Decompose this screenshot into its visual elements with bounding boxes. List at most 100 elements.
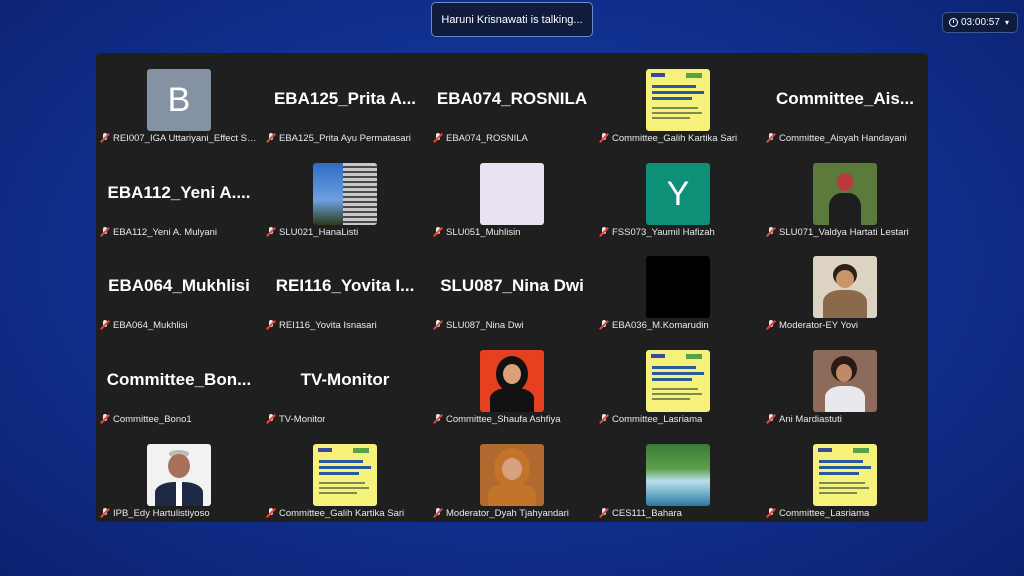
- participant-name-bar: SLU071_Valdya Hartati Lestari: [766, 225, 924, 239]
- muted-mic-icon: [100, 227, 110, 237]
- muted-mic-icon: [766, 227, 776, 237]
- participant-name: EBA036_M.Komarudin: [612, 319, 709, 331]
- participant-tile[interactable]: B REI007_IGA Uttariyani_Effect So...: [96, 53, 262, 146]
- participant-name-placeholder: Committee_Ais...: [776, 89, 914, 108]
- participant-tile[interactable]: REI116_Yovita I... REI116_Yovita Isnasar…: [262, 240, 428, 333]
- participant-name: REI007_IGA Uttariyani_Effect So...: [113, 132, 258, 144]
- participant-name-bar: REI007_IGA Uttariyani_Effect So...: [100, 131, 258, 145]
- muted-mic-icon: [100, 320, 110, 330]
- participant-tile[interactable]: EBA074_ROSNILA EBA074_ROSNILA: [429, 53, 595, 146]
- participant-tile[interactable]: Committee_Shaufa Ashfiya: [429, 334, 595, 427]
- participant-name: EBA064_Mukhlisi: [113, 319, 188, 331]
- participant-tile[interactable]: SLU087_Nina Dwi SLU087_Nina Dwi: [429, 240, 595, 333]
- participant-name: Committee_Aisyah Handayani: [779, 132, 907, 144]
- participant-video: [646, 256, 710, 318]
- participant-video: [646, 444, 710, 506]
- participant-name-placeholder: Committee_Bon...: [106, 370, 252, 389]
- participant-name-placeholder: EBA074_ROSNILA: [436, 89, 588, 108]
- participant-name-bar: Ani Mardiastuti: [766, 412, 924, 426]
- participant-name-bar: CES111_Bahara: [599, 506, 757, 520]
- participant-name: TV-Monitor: [279, 413, 326, 425]
- muted-mic-icon: [766, 414, 776, 424]
- participant-video: [147, 444, 211, 506]
- participant-tile[interactable]: Committee_Galih Kartika Sari: [595, 53, 761, 146]
- muted-mic-icon: [433, 227, 443, 237]
- participant-name-bar: SLU021_HanaListi: [266, 225, 424, 239]
- participant-name: EBA074_ROSNILA: [446, 132, 528, 144]
- participant-tile[interactable]: Committee_Ais... Committee_Aisyah Handay…: [762, 53, 928, 146]
- participant-video: [813, 256, 877, 318]
- participant-tile[interactable]: TV-Monitor TV-Monitor: [262, 334, 428, 427]
- participant-name-bar: Committee_Lasriama: [599, 412, 757, 426]
- participant-name: Ani Mardiastuti: [779, 413, 842, 425]
- participant-name: EBA125_Prita Ayu Permatasari: [279, 132, 411, 144]
- participant-tile[interactable]: Committee_Lasriama: [762, 428, 928, 521]
- participant-name-bar: TV-Monitor: [266, 412, 424, 426]
- participant-tile[interactable]: Committee_Lasriama: [595, 334, 761, 427]
- participant-name-placeholder: SLU087_Nina Dwi: [440, 276, 584, 295]
- participant-name-bar: Moderator-EY Yovi: [766, 318, 924, 332]
- muted-mic-icon: [433, 508, 443, 518]
- muted-mic-icon: [599, 133, 609, 143]
- participant-tile[interactable]: CES111_Bahara: [595, 428, 761, 521]
- participant-tile[interactable]: Moderator-EY Yovi: [762, 240, 928, 333]
- muted-mic-icon: [599, 320, 609, 330]
- participant-tile[interactable]: Committee_Galih Kartika Sari: [262, 428, 428, 521]
- participant-name-bar: EBA125_Prita Ayu Permatasari: [266, 131, 424, 145]
- participant-tile[interactable]: EBA112_Yeni A.... EBA112_Yeni A. Mulyani: [96, 147, 262, 240]
- participant-name: Committee_Bono1: [113, 413, 192, 425]
- participant-name: IPB_Edy Hartulistiyoso: [113, 507, 210, 519]
- participant-tile[interactable]: SLU021_HanaListi: [262, 147, 428, 240]
- participant-avatar-letter: Y: [646, 163, 710, 225]
- muted-mic-icon: [433, 133, 443, 143]
- participant-name: SLU087_Nina Dwi: [446, 319, 524, 331]
- participant-name-placeholder: EBA125_Prita A...: [273, 89, 417, 108]
- participant-gallery: B REI007_IGA Uttariyani_Effect So... EBA…: [96, 53, 928, 522]
- participant-tile[interactable]: EBA064_Mukhlisi EBA064_Mukhlisi: [96, 240, 262, 333]
- participant-tile[interactable]: SLU051_Muhlisin: [429, 147, 595, 240]
- participant-tile[interactable]: Y FSS073_Yaumil Hafizah: [595, 147, 761, 240]
- participant-name-bar: EBA064_Mukhlisi: [100, 318, 258, 332]
- muted-mic-icon: [266, 227, 276, 237]
- talking-indicator: Haruni Krisnawati is talking...: [431, 2, 593, 37]
- muted-mic-icon: [599, 227, 609, 237]
- participant-name: SLU071_Valdya Hartati Lestari: [779, 226, 909, 238]
- participant-video-poster: [480, 163, 544, 225]
- muted-mic-icon: [100, 508, 110, 518]
- participant-tile[interactable]: SLU071_Valdya Hartati Lestari: [762, 147, 928, 240]
- timer-text: 03:00:57: [961, 17, 1000, 28]
- participant-name-bar: Committee_Galih Kartika Sari: [599, 131, 757, 145]
- clock-icon: [949, 18, 958, 27]
- meeting-timer[interactable]: 03:00:57 ▾: [942, 12, 1018, 33]
- participant-name: Committee_Shaufa Ashfiya: [446, 413, 561, 425]
- participant-tile[interactable]: Ani Mardiastuti: [762, 334, 928, 427]
- muted-mic-icon: [599, 508, 609, 518]
- participant-name-bar: SLU051_Muhlisin: [433, 225, 591, 239]
- participant-video: [813, 163, 877, 225]
- participant-name: Moderator_Dyah Tjahyandari: [446, 507, 569, 519]
- muted-mic-icon: [266, 508, 276, 518]
- participant-name: Committee_Lasriama: [612, 413, 703, 425]
- participant-name-bar: SLU087_Nina Dwi: [433, 318, 591, 332]
- participant-name-bar: Committee_Galih Kartika Sari: [266, 506, 424, 520]
- participant-tile[interactable]: IPB_Edy Hartulistiyoso: [96, 428, 262, 521]
- participant-video-poster: [646, 350, 710, 412]
- participant-name: Committee_Lasriama: [779, 507, 870, 519]
- participant-video-poster: [313, 444, 377, 506]
- participant-tile[interactable]: EBA036_M.Komarudin: [595, 240, 761, 333]
- participant-name-bar: Committee_Lasriama: [766, 506, 924, 520]
- participant-name-placeholder: REI116_Yovita I...: [275, 276, 415, 295]
- participant-video-poster: [646, 69, 710, 131]
- participant-name: REI116_Yovita Isnasari: [279, 319, 377, 331]
- participant-name-bar: REI116_Yovita Isnasari: [266, 318, 424, 332]
- muted-mic-icon: [100, 414, 110, 424]
- muted-mic-icon: [766, 133, 776, 143]
- participant-name: Moderator-EY Yovi: [779, 319, 859, 331]
- participant-tile[interactable]: Committee_Bon... Committee_Bono1: [96, 334, 262, 427]
- participant-video: [813, 350, 877, 412]
- participant-video: [313, 163, 377, 225]
- chevron-down-icon: ▾: [1004, 18, 1009, 27]
- participant-tile[interactable]: Moderator_Dyah Tjahyandari: [429, 428, 595, 521]
- participant-name-placeholder: EBA064_Mukhlisi: [108, 276, 250, 295]
- participant-tile[interactable]: EBA125_Prita A... EBA125_Prita Ayu Perma…: [262, 53, 428, 146]
